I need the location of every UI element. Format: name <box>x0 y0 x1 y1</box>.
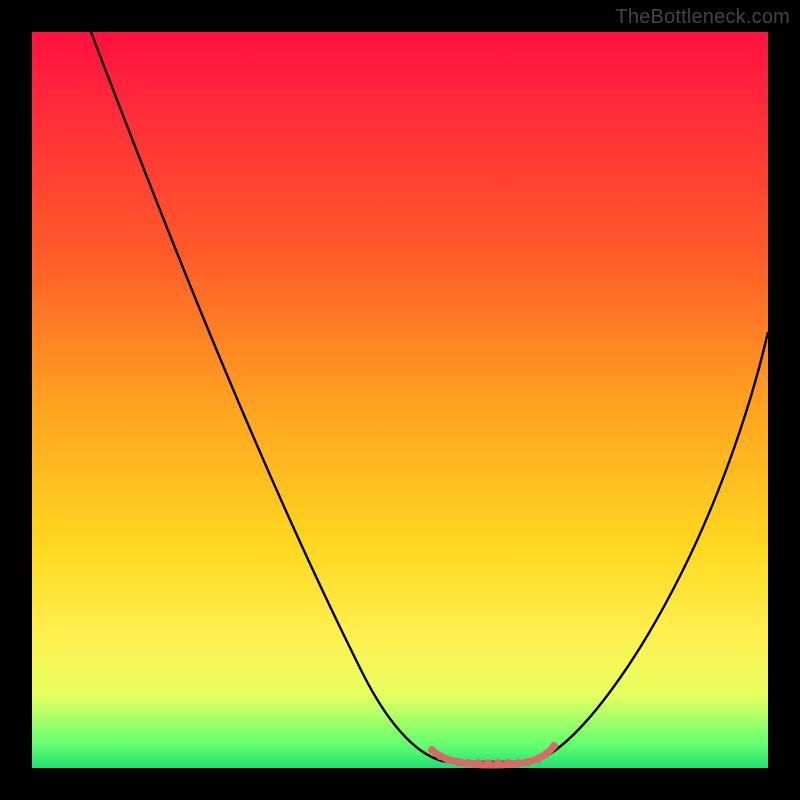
curve-right-branch <box>532 332 768 762</box>
chart-frame: TheBottleneck.com <box>0 0 800 800</box>
flat-minimum-markers <box>428 742 558 767</box>
plot-area <box>32 32 768 768</box>
bottleneck-curve <box>32 32 768 768</box>
watermark-text: TheBottleneck.com <box>615 6 790 29</box>
curve-left-branch <box>91 32 447 762</box>
